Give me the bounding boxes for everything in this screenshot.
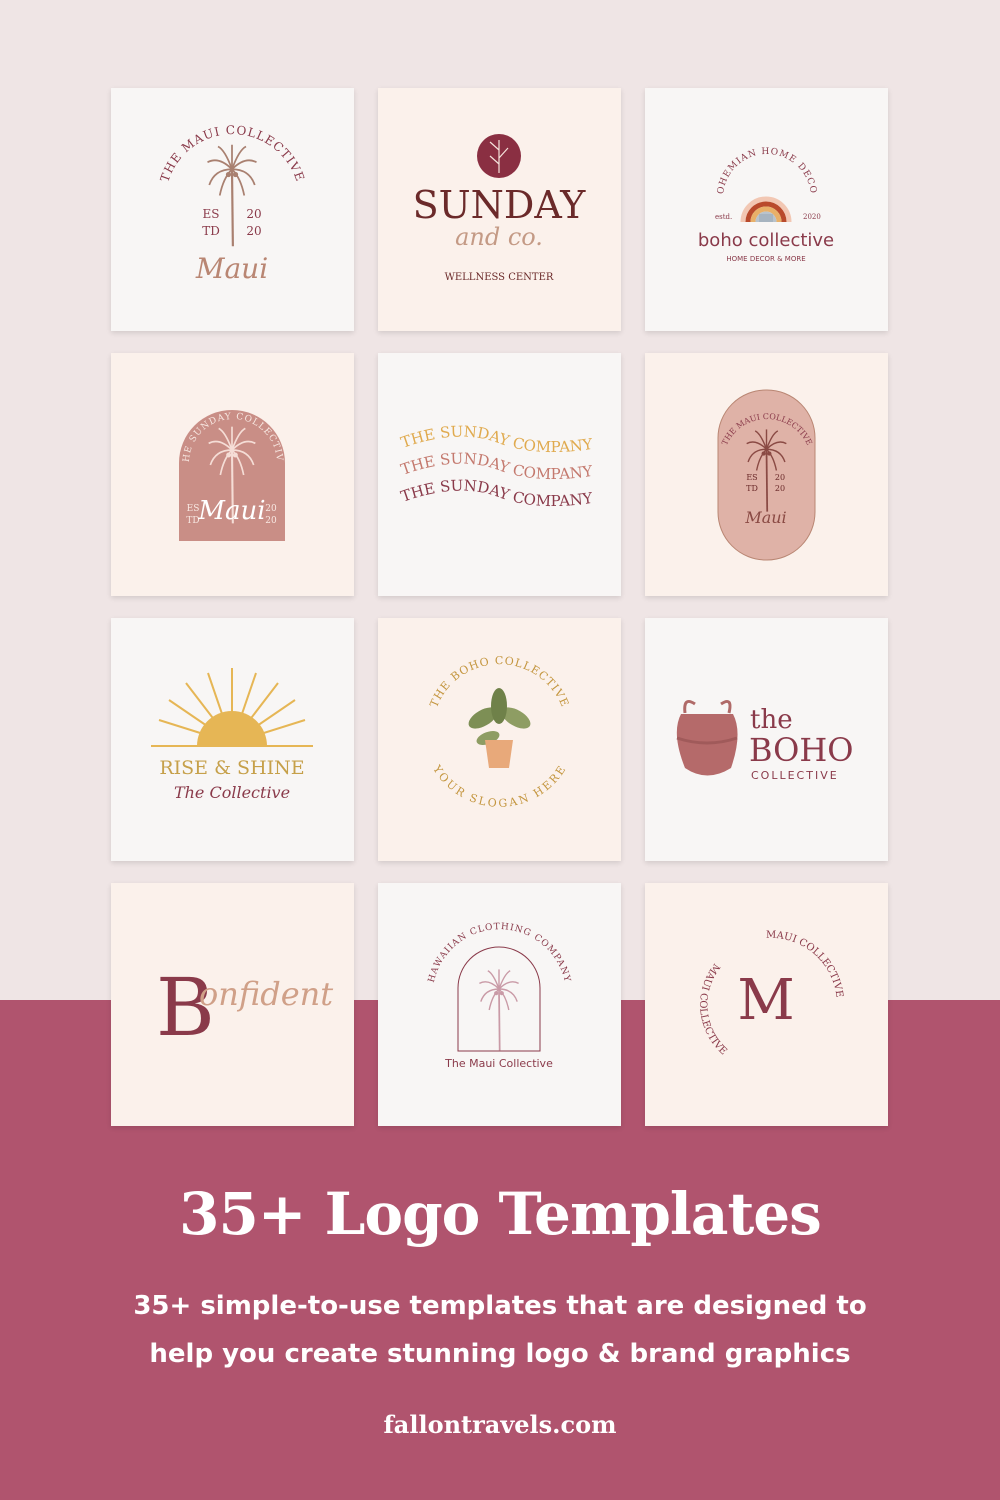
logo-tile-maui-monogram[interactable]: M MAUI COLLECTIVE MAUI COLLECTIVE (645, 883, 888, 1126)
logo-tile-rise-shine[interactable]: RISE & SHINE The Collective (111, 618, 354, 861)
potted-plant-icon (468, 688, 531, 768)
subtitle-text: WELLNESS CENTER (445, 272, 554, 283)
estd-text: estd. (715, 213, 732, 221)
year-text: 20 (246, 224, 261, 238)
es-text: ES (746, 473, 757, 482)
palm-tree-icon (478, 968, 520, 1052)
logo-tile-boho-plant[interactable]: THE BOHO COLLECTIVE YOUR SLOGAN HERE (378, 618, 621, 861)
logo-tile-maui-pill[interactable]: THE MAUI COLLECTIVE ES TD 20 20 Maui (645, 353, 888, 596)
year-text: 20 (265, 516, 277, 526)
script-text: Maui (195, 252, 268, 285)
script-text: onfident (199, 975, 333, 1013)
arc-text: YOUR SLOGAN HERE (430, 762, 568, 810)
script-text: Maui (197, 496, 265, 526)
logo-tile-maui-palm[interactable]: THE MAUI COLLECTIVE ES TD 20 20 Maui (111, 88, 354, 331)
arc-text: BOHEMIAN HOME DECOR (645, 88, 817, 195)
svg-text:BOHEMIAN HOME DECOR: BOHEMIAN HOME DECOR (645, 88, 818, 195)
script-text: Maui (744, 508, 786, 527)
subtitle-line-2: help you create stunning logo & brand gr… (149, 1339, 851, 1369)
monogram-letter: M (737, 968, 794, 1033)
logo-tile-boho-rainbow[interactable]: BOHEMIAN HOME DECOR estd. 2020 boho coll… (645, 88, 888, 331)
year-text: 20 (265, 504, 277, 514)
svg-text:THE SUNDAY COMPANY: THE SUNDAY COMPANY (399, 422, 595, 456)
year-text: 2020 (803, 213, 821, 221)
svg-text:MAUI COLLECTIVE: MAUI COLLECTIVE (697, 961, 729, 1057)
basket-icon (676, 700, 738, 776)
logo-tile-sunday-arch[interactable]: THE SUNDAY COLLECTIVE ES TD 20 20 Maui (111, 353, 354, 596)
title-text: RISE & SHINE (159, 757, 304, 779)
year-text: 20 (775, 473, 785, 482)
sun-icon (197, 711, 267, 746)
year-text: 20 (246, 207, 261, 221)
subtitle-text: HOME DECOR & MORE (726, 255, 805, 263)
td-text: TD (202, 224, 220, 238)
arc-text: MAUI COLLECTIVE (697, 961, 729, 1057)
wave-text: THE SUNDAY COMPANY (399, 422, 595, 456)
website-link[interactable]: fallontravels.com (0, 1410, 1000, 1439)
page-title: 35+ Logo Templates (179, 1180, 822, 1248)
svg-text:YOUR SLOGAN HERE: YOUR SLOGAN HERE (430, 762, 569, 810)
title-text: SUNDAY (413, 183, 587, 227)
title-text: BOHO (749, 731, 853, 769)
td-text: TD (746, 484, 758, 493)
title-text: boho collective (698, 230, 834, 251)
logo-tile-the-boho[interactable]: the BOHO COLLECTIVE (645, 618, 888, 861)
subtitle-text: COLLECTIVE (751, 769, 839, 782)
title-text: The Maui Collective (444, 1057, 553, 1070)
script-text: The Collective (174, 783, 290, 802)
logo-tile-be-confident[interactable]: B onfident (111, 883, 354, 1126)
subtitle: 35+ simple-to-use templates that are des… (0, 1282, 1000, 1378)
subtitle-line-1: 35+ simple-to-use templates that are des… (133, 1291, 867, 1321)
logo-tile-sunday-company[interactable]: THE SUNDAY COMPANY THE SUNDAY COMPANY TH… (378, 353, 621, 596)
logo-tile-sunday-and-co[interactable]: SUNDAY and co. WELLNESS CENTER (378, 88, 621, 331)
es-text: ES (203, 207, 220, 221)
script-text: and co. (455, 223, 543, 251)
year-text: 20 (775, 484, 785, 493)
rainbow-icon (740, 196, 792, 223)
logo-tile-hawaiian-clothing[interactable]: HAWAIIAN CLOTHING COMPANY The Maui Colle… (378, 883, 621, 1126)
